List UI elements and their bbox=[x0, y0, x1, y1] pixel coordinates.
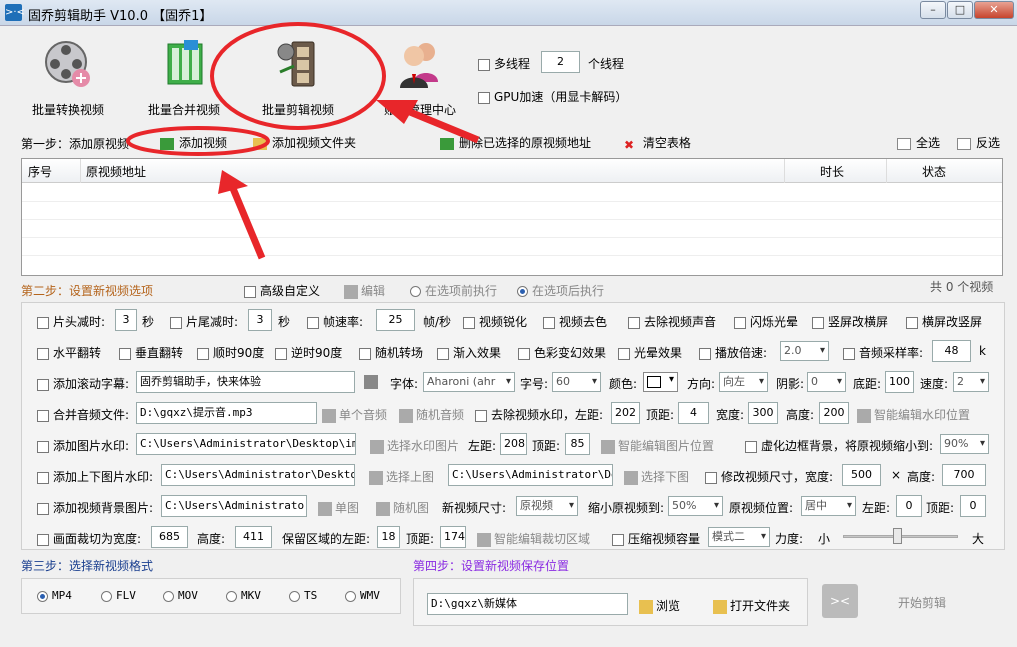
annotation-overlay bbox=[126, 22, 480, 260]
arrow-to-add bbox=[228, 184, 266, 260]
highlight-ellipse-edit bbox=[210, 22, 386, 130]
highlight-ellipse-add bbox=[126, 126, 270, 156]
arrow-to-edit bbox=[408, 108, 480, 144]
